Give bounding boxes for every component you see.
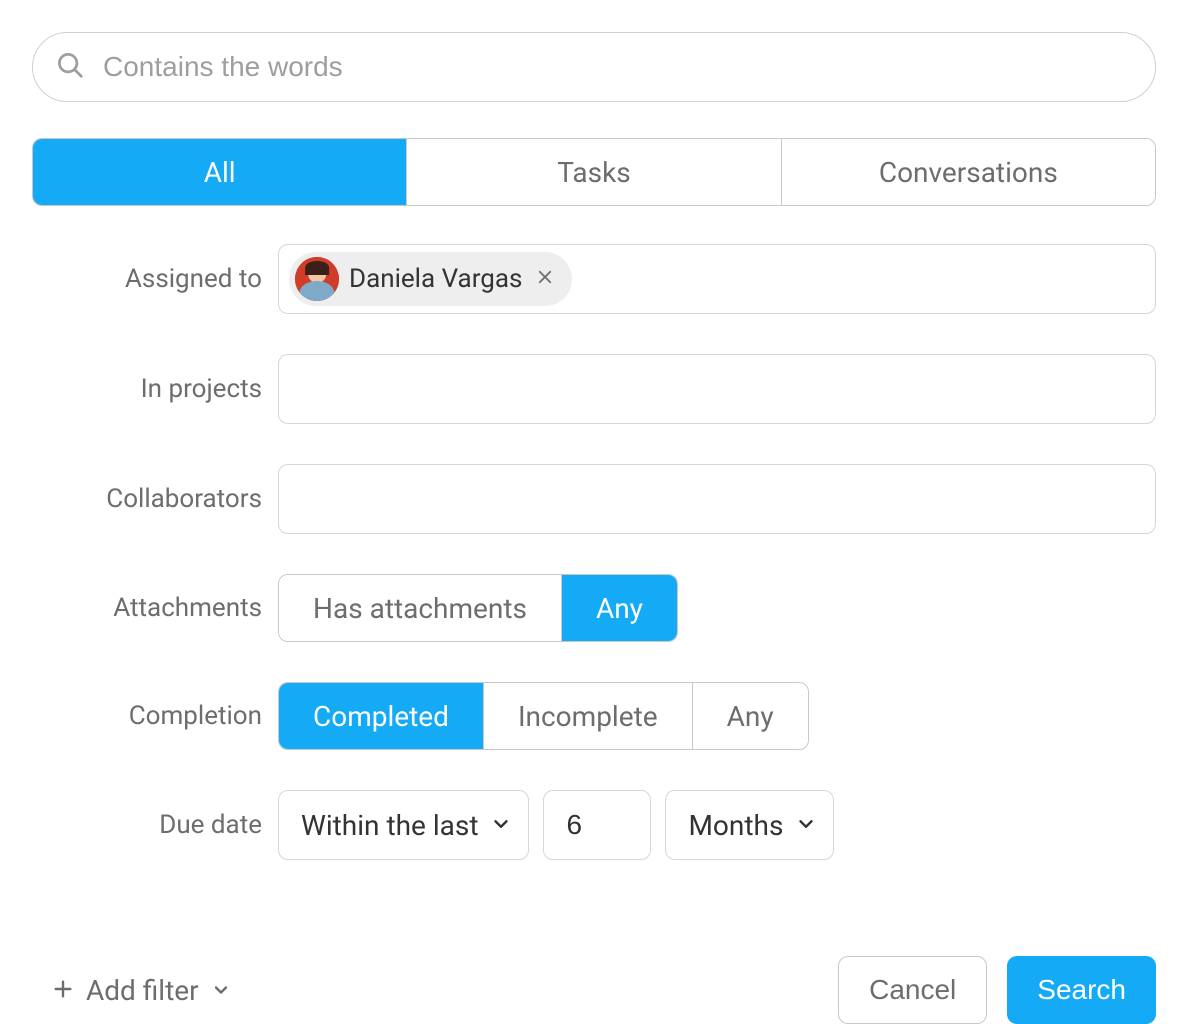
filter-label-attachments: Attachments (32, 593, 278, 623)
collaborators-input[interactable] (278, 464, 1156, 534)
filters-section: Assigned to Daniela Vargas (32, 244, 1156, 860)
footer: Add filter Cancel Search (32, 956, 1156, 1024)
cancel-button[interactable]: Cancel (838, 956, 987, 1024)
completion-any-label: Any (727, 700, 774, 733)
chevron-down-icon (211, 974, 231, 1007)
assigned-to-input[interactable]: Daniela Vargas (278, 244, 1156, 314)
due-date-unit-value: Months (688, 809, 783, 842)
tab-all[interactable]: All (33, 139, 407, 205)
due-date-range-value: Within the last (301, 809, 478, 842)
filter-completion: Completion Completed Incomplete Any (32, 682, 1156, 750)
tab-all-label: All (204, 156, 236, 189)
footer-buttons: Cancel Search (838, 956, 1156, 1024)
completion-completed-label: Completed (313, 700, 449, 733)
chevron-down-icon (490, 809, 512, 842)
search-button-label: Search (1037, 974, 1126, 1006)
chip-name: Daniela Vargas (349, 264, 522, 294)
completion-incomplete-label: Incomplete (518, 700, 658, 733)
add-filter-label: Add filter (86, 974, 199, 1007)
assigned-to-chip: Daniela Vargas (289, 252, 572, 306)
attachments-has-option[interactable]: Has attachments (279, 575, 562, 641)
attachments-has-label: Has attachments (313, 592, 527, 625)
in-projects-input[interactable] (278, 354, 1156, 424)
completion-segmented: Completed Incomplete Any (278, 682, 809, 750)
due-date-number-input[interactable] (543, 790, 651, 860)
chevron-down-icon (795, 809, 817, 842)
completion-completed-option[interactable]: Completed (279, 683, 484, 749)
due-date-unit-select[interactable]: Months (665, 790, 834, 860)
plus-icon (52, 974, 74, 1007)
filter-assigned-to: Assigned to Daniela Vargas (32, 244, 1156, 314)
due-date-range-select[interactable]: Within the last (278, 790, 529, 860)
tab-conversations[interactable]: Conversations (782, 139, 1155, 205)
avatar (295, 257, 339, 301)
filter-in-projects: In projects (32, 354, 1156, 424)
filter-label-completion: Completion (32, 701, 278, 731)
search-bar (32, 32, 1156, 102)
tab-tasks-label: Tasks (557, 156, 631, 189)
filter-collaborators: Collaborators (32, 464, 1156, 534)
search-input[interactable] (103, 51, 1133, 83)
chip-remove-icon[interactable] (532, 267, 558, 292)
tab-tasks[interactable]: Tasks (407, 139, 781, 205)
filter-label-collaborators: Collaborators (32, 484, 278, 514)
attachments-any-option[interactable]: Any (562, 575, 677, 641)
filter-label-in-projects: In projects (32, 374, 278, 404)
filter-attachments: Attachments Has attachments Any (32, 574, 1156, 642)
cancel-button-label: Cancel (869, 974, 956, 1006)
tab-conversations-label: Conversations (879, 156, 1058, 189)
add-filter-button[interactable]: Add filter (32, 974, 231, 1007)
attachments-any-label: Any (596, 592, 643, 625)
filter-label-assigned-to: Assigned to (32, 264, 278, 294)
completion-any-option[interactable]: Any (693, 683, 808, 749)
completion-incomplete-option[interactable]: Incomplete (484, 683, 693, 749)
search-icon (55, 50, 85, 84)
search-button[interactable]: Search (1007, 956, 1156, 1024)
filter-due-date: Due date Within the last Months (32, 790, 1156, 860)
scope-tabs: All Tasks Conversations (32, 138, 1156, 206)
filter-label-due-date: Due date (32, 810, 278, 840)
attachments-segmented: Has attachments Any (278, 574, 678, 642)
